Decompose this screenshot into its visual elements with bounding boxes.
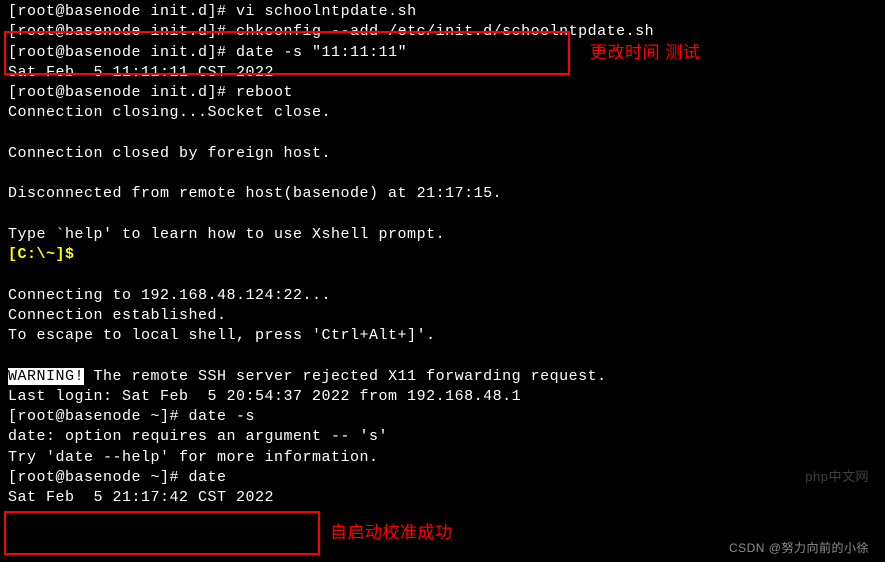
prompt: [root@basenode init.d]# <box>8 44 236 61</box>
cmd: vi schoolntpdate.sh <box>236 3 417 20</box>
cmd: date -s "11:11:11" <box>236 44 407 61</box>
annotation-text-1: 更改时间 测试 <box>590 42 700 65</box>
term-line-11: Type `help' to learn how to use Xshell p… <box>8 225 877 245</box>
term-line-10 <box>8 205 877 225</box>
prompt: [root@basenode init.d]# <box>8 23 236 40</box>
term-line-0: [root@basenode init.d]# vi schoolntpdate… <box>8 2 877 22</box>
term-line-8 <box>8 164 877 184</box>
term-line-22: Try 'date --help' for more information. <box>8 448 877 468</box>
prompt: [root@basenode init.d]# <box>8 3 236 20</box>
prompt: [root@basenode ~]# <box>8 408 189 425</box>
annotation-box-2 <box>4 511 320 555</box>
watermark-csdn: CSDN @努力向前的小徐 <box>729 540 869 556</box>
term-line-17 <box>8 346 877 366</box>
annotation-text-2: 自启动校准成功 <box>330 522 453 545</box>
prompt: [root@basenode init.d]# <box>8 84 236 101</box>
term-line-9: Disconnected from remote host(basenode) … <box>8 184 877 204</box>
warning-label: WARNING! <box>8 368 84 385</box>
cmd: chkconfig --add /etc/init.d/schoolntpdat… <box>236 23 654 40</box>
prompt: [root@basenode ~]# <box>8 469 189 486</box>
term-line-1: [root@basenode init.d]# chkconfig --add … <box>8 22 877 42</box>
term-line-19: Last login: Sat Feb 5 20:54:37 2022 from… <box>8 387 877 407</box>
term-line-16: To escape to local shell, press 'Ctrl+Al… <box>8 326 877 346</box>
term-line-5: Connection closing...Socket close. <box>8 103 877 123</box>
term-line-23: [root@basenode ~]# date <box>8 468 877 488</box>
term-line-20: [root@basenode ~]# date -s <box>8 407 877 427</box>
term-line-7: Connection closed by foreign host. <box>8 144 877 164</box>
cmd: reboot <box>236 84 293 101</box>
term-line-6 <box>8 124 877 144</box>
term-line-24: Sat Feb 5 21:17:42 CST 2022 <box>8 488 877 508</box>
term-line-12: [C:\~]$ <box>8 245 877 265</box>
watermark-php: php中文网 <box>805 468 869 486</box>
term-line-21: date: option requires an argument -- 's' <box>8 427 877 447</box>
warning-text: The remote SSH server rejected X11 forwa… <box>84 368 607 385</box>
term-line-2: [root@basenode init.d]# date -s "11:11:1… <box>8 43 877 63</box>
term-line-15: Connection established. <box>8 306 877 326</box>
term-line-18: WARNING! The remote SSH server rejected … <box>8 367 877 387</box>
cmd: date <box>189 469 227 486</box>
term-line-3: Sat Feb 5 11:11:11 CST 2022 <box>8 63 877 83</box>
term-line-13 <box>8 265 877 285</box>
term-line-14: Connecting to 192.168.48.124:22... <box>8 286 877 306</box>
local-prompt: [C:\~]$ <box>8 246 75 263</box>
term-line-4: [root@basenode init.d]# reboot <box>8 83 877 103</box>
cmd: date -s <box>189 408 256 425</box>
